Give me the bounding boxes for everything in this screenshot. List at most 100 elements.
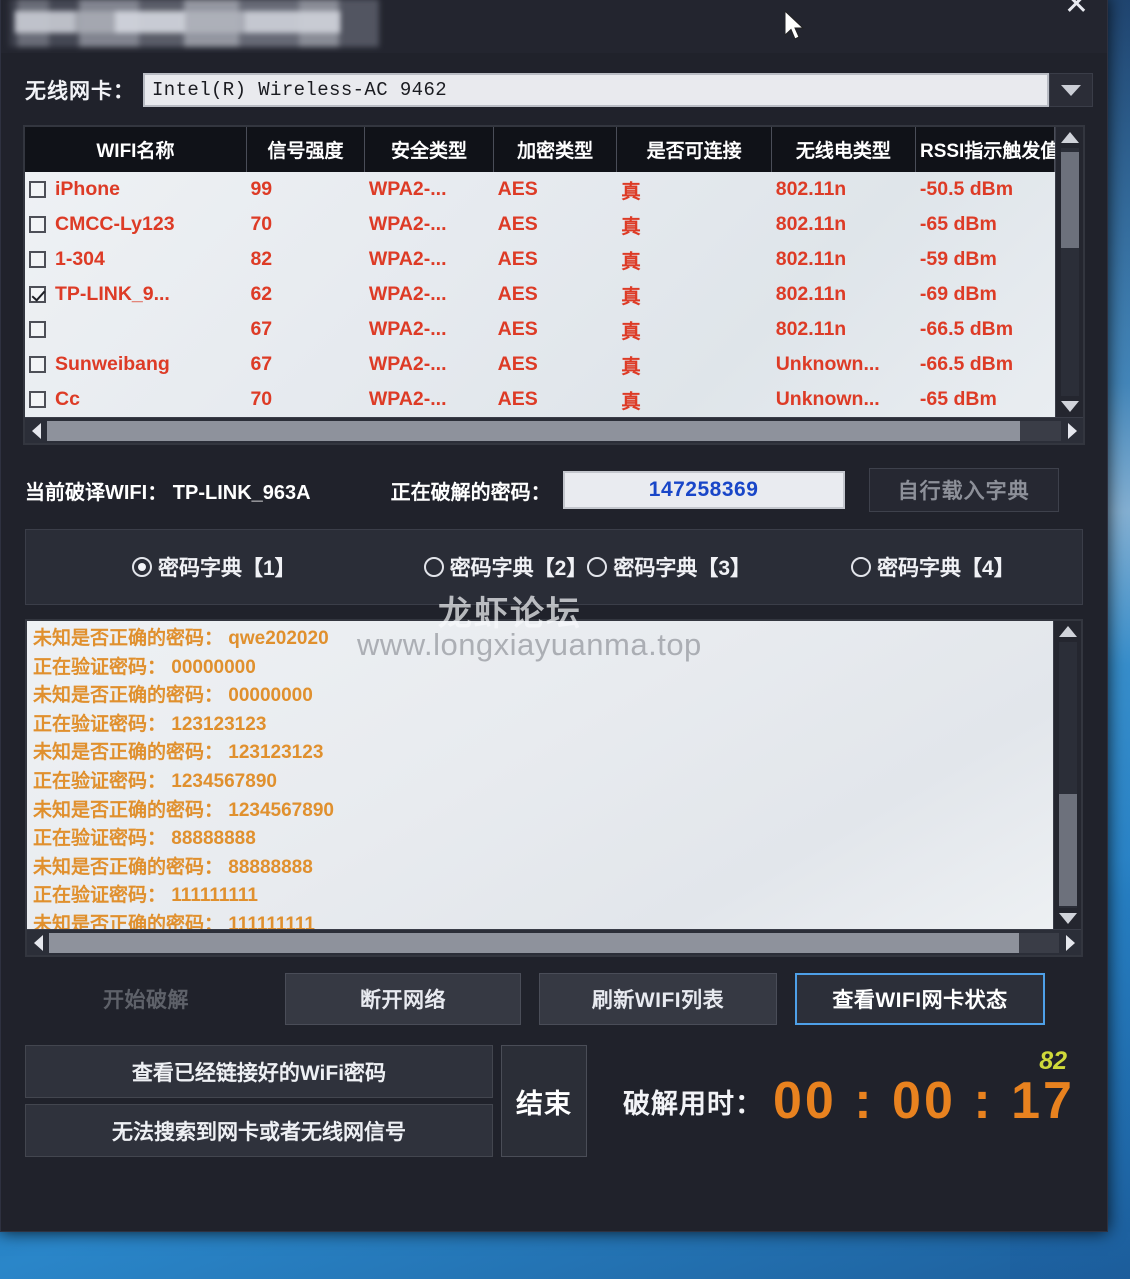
table-row[interactable]: 1-304 82 WPA2-... AES 真 802.11n -59 dBm [25,242,1055,277]
log-horizontal-scrollbar[interactable] [27,929,1081,955]
attempt-counter: 82 [1039,1047,1067,1075]
view-saved-passwords-button[interactable]: 查看已经链接好的WiFi密码 [25,1045,493,1098]
log-scroll-track[interactable] [1058,642,1077,908]
cell-security: WPA2-... [368,178,447,200]
dictionary-option-label: 密码字典【2】 [449,557,588,580]
dictionary-option-1[interactable]: 密码字典【1】 [132,552,296,582]
wifi-name-label: Cc [55,388,80,410]
row-checkbox-checked[interactable] [29,286,46,304]
cell-rssi: -65 dBm [919,213,997,235]
dictionary-option-4[interactable]: 密码字典【4】 [851,552,1015,582]
col-header-connectable[interactable]: 是否可连接 [616,127,772,172]
scroll-up-icon[interactable] [1060,132,1079,143]
hscroll-track[interactable] [47,420,1061,441]
cell-connectable: 真 [621,181,641,203]
log-scroll-thumb[interactable] [1058,794,1077,906]
wifi-list-horizontal-scrollbar[interactable] [25,417,1083,443]
adapter-combobox[interactable]: Intel(R) Wireless-AC 9462 [143,73,1093,107]
hscroll-thumb[interactable] [47,420,1021,441]
log-line: 正在验证密码： 111111111 [33,885,258,907]
wifi-table-body: iPhone 99 WPA2-... AES 真 802.11n -50.5 dBm CMCC… [25,172,1055,417]
table-row[interactable]: Sunweibang 67 WPA2-... AES 真 Unknown... -66.5 … [25,347,1055,382]
cell-wifi-name: iPhone [25,172,246,207]
load-dictionary-button[interactable]: 自行载入字典 [868,468,1059,512]
col-header-name[interactable]: WIFI名称 [25,127,247,172]
wifi-list-vertical-scrollbar[interactable] [1055,127,1083,417]
log-scroll-up-icon[interactable] [1058,626,1077,637]
log-hscroll-thumb[interactable] [49,932,1019,953]
bottom-row: 查看已经链接好的WiFi密码 无法搜索到网卡或者无线网信号 结束 破解用时： 0… [25,1045,1083,1157]
table-row[interactable]: 67 WPA2-... AES 真 802.11n -66.5 dBm [25,312,1055,347]
cell-wifi-name: TP-LINK_9... [25,277,246,312]
title-bar: ✕ [1,0,1107,53]
row-checkbox[interactable] [29,251,46,269]
col-header-signal[interactable]: 信号强度 [246,127,366,172]
log-scroll-left-icon[interactable] [27,935,49,951]
row-checkbox[interactable] [29,391,46,409]
table-row[interactable]: CMCC-Ly123 70 WPA2-... AES 真 802.11n -65 dBm [25,207,1055,242]
log-vertical-scrollbar[interactable] [1053,621,1081,929]
row-checkbox[interactable] [29,181,46,199]
dictionary-radio-group: 密码字典【1】 密码字典【2】 密码字典【3】 密码字典【4】 [25,529,1083,605]
cell-radio-type: 802.11n [775,318,847,340]
cell-encryption: AES [497,213,538,235]
row-checkbox[interactable] [29,216,46,234]
table-row[interactable]: TP-LINK_9... 62 WPA2-... AES 真 802.11n -69 dBm [25,277,1055,312]
start-crack-button[interactable]: 开始破解 [25,973,267,1025]
log-line: 正在验证密码： 123123123 [33,713,267,735]
log-output[interactable]: 未知是否正确的密码： qwe202020 正在验证密码： 00000000 未知是否… [27,621,1053,929]
dictionary-option-label: 密码字典【1】 [158,557,296,580]
row-checkbox[interactable] [29,321,46,339]
scroll-left-icon[interactable] [25,423,47,439]
dictionary-option-3[interactable]: 密码字典【3】 [587,552,751,582]
cell-rssi: -59 dBm [919,248,997,270]
cell-security: WPA2-... [368,388,447,410]
col-header-encryption[interactable]: 加密类型 [493,127,618,172]
col-header-radio[interactable]: 无线电类型 [771,127,916,172]
log-hscroll-track[interactable] [49,932,1059,953]
adapter-dropdown-button[interactable] [1049,73,1093,107]
row-checkbox[interactable] [29,356,46,374]
col-header-security[interactable]: 安全类型 [364,127,494,172]
cell-signal: 70 [250,388,273,410]
no-signal-button[interactable]: 无法搜索到网卡或者无线网信号 [25,1104,493,1157]
log-line: 正在验证密码： 88888888 [33,828,256,850]
cell-wifi-name: Sunweibang [25,347,246,382]
scroll-right-icon[interactable] [1061,423,1083,439]
log-line: 正在验证密码： 00000000 [33,656,256,678]
cell-security: WPA2-... [368,318,447,340]
current-target-label: 当前破译WIFI： TP-LINK_963A [25,481,311,504]
radio-icon[interactable] [851,557,872,577]
refresh-wifi-button[interactable]: 刷新WIFI列表 [539,973,777,1025]
adapter-label: 无线网卡： [25,80,135,103]
log-line: 未知是否正确的密码： 88888888 [33,856,313,878]
scroll-track[interactable] [1060,148,1079,396]
col-header-rssi[interactable]: RSSI指示触发值 [915,127,1059,172]
scroll-down-icon[interactable] [1060,401,1079,412]
cell-rssi: -50.5 dBm [919,178,1014,200]
adapter-value[interactable]: Intel(R) Wireless-AC 9462 [143,73,1049,107]
cell-security: WPA2-... [368,283,447,305]
scroll-thumb[interactable] [1060,152,1079,248]
table-row[interactable]: Cc 70 WPA2-... AES 真 Unknown... -65 dBm [25,382,1055,417]
radio-icon[interactable] [587,557,608,577]
radio-icon[interactable] [132,557,152,577]
close-icon[interactable]: ✕ [1064,0,1089,22]
cell-signal: 67 [250,318,273,340]
cell-rssi: -66.5 dBm [919,353,1014,375]
cell-radio-type: Unknown... [775,353,880,375]
check-adapter-button[interactable]: 查看WIFI网卡状态 [795,973,1045,1025]
cell-connectable: 真 [621,216,641,238]
end-button[interactable]: 结束 [501,1045,587,1157]
radio-icon[interactable] [423,557,444,577]
status-row: 当前破译WIFI： TP-LINK_963A 正在破解的密码： 14725836… [25,467,1083,513]
timer-label: 破解用时： [623,1088,763,1119]
dictionary-option-2[interactable]: 密码字典【2】 [423,552,588,582]
wifi-name-label: 1-304 [55,248,105,270]
table-row[interactable]: iPhone 99 WPA2-... AES 真 802.11n -50.5 dBm [25,172,1055,207]
cell-encryption: AES [497,353,538,375]
log-scroll-down-icon[interactable] [1058,913,1077,924]
disconnect-button[interactable]: 断开网络 [285,973,521,1025]
log-scroll-right-icon[interactable] [1059,935,1081,951]
cell-encryption: AES [497,388,538,410]
